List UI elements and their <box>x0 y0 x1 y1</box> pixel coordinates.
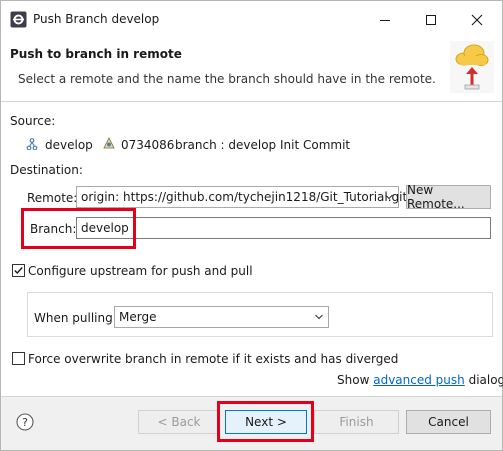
button-bar: ? < Back Next > Finish Cancel <box>1 397 502 450</box>
minimize-button[interactable] <box>362 1 408 39</box>
checkmark-icon <box>14 267 23 275</box>
branch-field[interactable] <box>76 217 491 239</box>
configure-upstream-checkbox[interactable] <box>12 264 25 277</box>
help-icon[interactable]: ? <box>16 413 34 431</box>
title-bar: Push Branch develop <box>1 1 502 39</box>
chevron-down-icon <box>385 194 393 200</box>
source-commit-id: 0734086 <box>121 138 175 152</box>
advanced-suffix: dialog <box>468 373 503 387</box>
commit-icon <box>103 137 115 149</box>
push-branch-dialog: Push Branch develop Push to branch in re… <box>0 0 503 451</box>
advanced-push-row: Show advanced push dialog <box>337 373 503 387</box>
svg-text:?: ? <box>22 416 28 429</box>
branch-icon <box>26 138 38 150</box>
when-pulling-value: Merge <box>119 310 157 324</box>
minimize-icon <box>380 20 390 21</box>
advanced-push-link[interactable]: advanced push <box>373 373 465 387</box>
eclipse-icon <box>10 11 27 28</box>
banner-title: Push to branch in remote <box>10 47 182 61</box>
window-title: Push Branch develop <box>33 12 160 26</box>
close-icon <box>471 14 483 26</box>
cancel-button[interactable]: Cancel <box>406 410 491 434</box>
remote-select[interactable]: origin: https://github.com/tychejin1218/… <box>76 186 407 208</box>
force-overwrite-label: Force overwrite branch in remote if it e… <box>28 352 399 366</box>
when-pulling-select[interactable]: Merge <box>114 306 329 328</box>
when-pulling-label: When pulling: <box>34 311 117 325</box>
advanced-prefix: Show <box>337 373 370 387</box>
cloud-upload-icon <box>455 44 489 90</box>
maximize-icon <box>426 15 436 25</box>
force-overwrite-checkbox[interactable] <box>12 352 25 365</box>
banner-separator <box>1 101 502 102</box>
chevron-down-icon <box>315 314 323 320</box>
banner-description: Select a remote and the name the branch … <box>18 72 436 86</box>
banner-image <box>450 41 494 93</box>
wizard-banner: Push to branch in remote Select a remote… <box>1 39 502 101</box>
source-commit-description: branch : develop Init Commit <box>175 138 351 152</box>
close-button[interactable] <box>454 1 500 39</box>
configure-upstream-label: Configure upstream for push and pull <box>28 264 253 278</box>
finish-button[interactable]: Finish <box>314 410 399 434</box>
maximize-button[interactable] <box>408 1 454 39</box>
next-highlight <box>217 401 314 442</box>
remote-label: Remote: <box>27 191 78 205</box>
branch-highlight <box>21 208 136 249</box>
remote-select-value: origin: https://github.com/tychejin1218/… <box>81 190 408 204</box>
destination-label: Destination: <box>10 163 83 177</box>
source-branch: develop <box>45 138 93 152</box>
source-label: Source: <box>10 114 56 128</box>
back-button[interactable]: < Back <box>138 410 220 434</box>
branch-input[interactable] <box>77 218 490 238</box>
new-remote-button[interactable]: New Remote... <box>406 183 491 211</box>
